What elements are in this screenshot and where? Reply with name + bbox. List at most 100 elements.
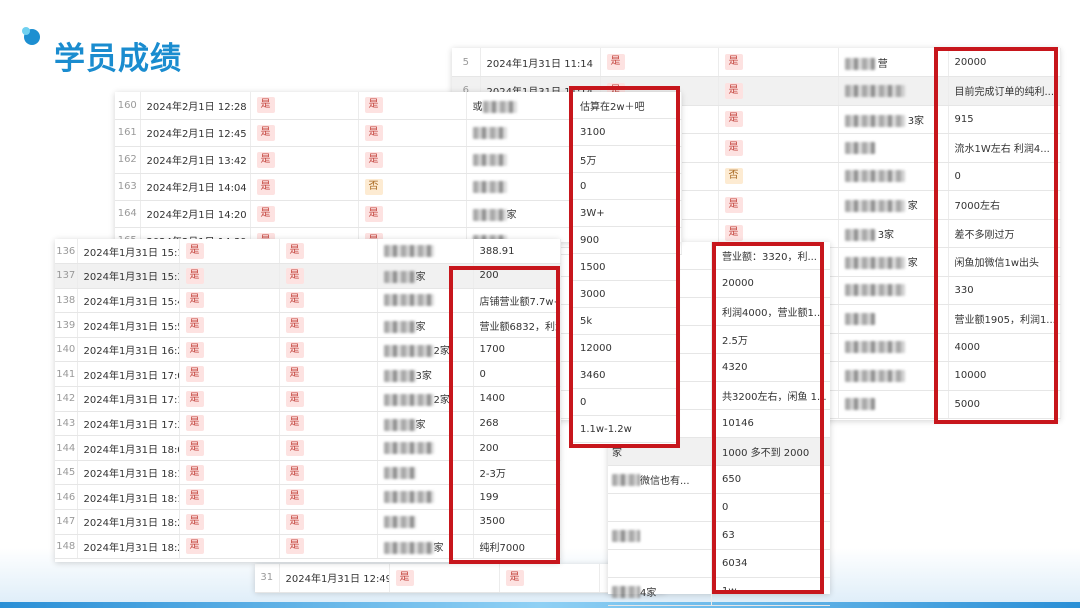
row-index: 162	[115, 146, 141, 174]
status-tag: 是	[364, 151, 383, 168]
name-suffix: 3家	[415, 370, 432, 382]
redacted-name	[383, 294, 434, 307]
row-index: 163	[115, 173, 141, 201]
row-index: 145	[55, 460, 78, 486]
redacted-name	[482, 100, 517, 113]
redacted-name	[844, 284, 905, 297]
results-table-bottom: 31 2024年1月31日 12:49 是 是	[255, 564, 666, 593]
decor-dot-small	[22, 27, 30, 35]
submit-time: 2024年1月31日 16:28	[77, 337, 180, 363]
row-index: 160	[115, 92, 141, 120]
result-value: 3000	[572, 281, 677, 308]
row-index: 164	[115, 200, 141, 228]
table-row: 6034	[608, 550, 830, 578]
redacted-name	[612, 473, 640, 486]
redacted-name	[844, 341, 905, 354]
result-value: 1000 多不到 2000	[722, 448, 810, 459]
redacted-name	[383, 394, 434, 407]
table-row: 1422024年1月31日 17:17 是 是 2家 1400	[55, 386, 561, 412]
row-index: 141	[55, 361, 78, 388]
result-value: 268	[473, 411, 561, 437]
result-value: 63	[722, 530, 735, 541]
redacted-name	[383, 245, 434, 258]
result-value: 12000	[572, 335, 677, 362]
status-tag: 是	[185, 341, 204, 358]
table-row: 63	[608, 522, 830, 550]
result-value: 0	[948, 162, 1061, 191]
status-tag: 是	[395, 569, 414, 586]
row-index: 137	[55, 263, 78, 289]
table-row: 1472024年1月31日 18:26 是 是 3500	[55, 509, 561, 535]
result-value: 10146	[722, 418, 754, 429]
row-index: 142	[55, 386, 78, 412]
result-value: 利润4000，营业额1...	[722, 308, 824, 319]
status-tag: 是	[724, 54, 743, 70]
table-row: 1382024年1月31日 15:43 是 是 店铺营业额7.7w+...	[55, 288, 561, 314]
status-tag: 是	[724, 111, 743, 128]
name-suffix: 家	[907, 258, 918, 270]
result-value: 营业额：3320，利...	[722, 252, 817, 263]
result-value: 20000	[948, 48, 1061, 77]
table-row: 1412024年1月31日 17:00 是 是 3家 0	[55, 361, 561, 388]
result-value: 4000	[948, 333, 1061, 362]
result-value: 2.5万	[722, 336, 748, 347]
name-prefix: 或	[472, 101, 483, 113]
name-suffix: 家	[433, 542, 444, 554]
table-row: 1432024年1月31日 17:33 是 是 家 268	[55, 411, 561, 437]
status-tag: 是	[724, 225, 743, 242]
result-value: 3500	[473, 509, 561, 535]
row-index: 140	[55, 337, 78, 363]
page-title: 学员成绩	[54, 41, 182, 77]
status-tag: 是	[285, 415, 304, 432]
submit-time: 2024年2月1日 12:28	[140, 92, 251, 120]
table-row: 微信也有... 650	[608, 466, 830, 494]
status-tag: 是	[505, 569, 524, 586]
table-left: 1362024年1月31日 15:17是是388.911372024年1月31日…	[55, 239, 561, 560]
result-value: 7000左右	[948, 190, 1061, 220]
result-value: 差不多刚过万	[948, 219, 1061, 248]
result-value: 1w	[722, 586, 737, 597]
status-tag: 是	[185, 415, 204, 432]
status-tag: 是	[256, 151, 275, 168]
result-value: 4320	[722, 362, 748, 373]
table-row: 4家 1w	[608, 578, 830, 606]
name-suffix: 3家	[907, 115, 925, 127]
redacted-name	[844, 200, 905, 213]
redacted-name	[844, 369, 905, 382]
submit-time: 2024年1月31日 15:17	[77, 239, 180, 265]
row-index: 148	[55, 534, 78, 560]
status-tag: 是	[364, 124, 383, 141]
middle-value-column: 估算在2w＋吧 3100 5万 0 3W+ 900 1500 3000 5k 12000 3460 0…	[572, 92, 677, 444]
row-index: 136	[55, 239, 78, 265]
submit-time: 2024年1月31日 17:17	[77, 386, 180, 412]
status-tag: 是	[256, 205, 275, 222]
redacted-name	[472, 126, 507, 139]
row-index: 161	[115, 119, 141, 147]
status-tag: 是	[285, 464, 304, 481]
result-value: 3460	[572, 362, 677, 389]
redacted-name	[383, 271, 416, 284]
redacted-name	[472, 153, 507, 166]
row-index: 138	[55, 288, 78, 314]
name-suffix: 家	[415, 272, 426, 284]
result-value: 估算在2w＋吧	[572, 92, 677, 119]
redacted-name	[383, 541, 434, 554]
result-value: 店铺营业额7.7w+...	[473, 288, 561, 314]
redacted-name	[383, 442, 434, 455]
status-tag: 是	[606, 54, 625, 70]
row-index: 143	[55, 411, 78, 437]
redacted-name	[612, 585, 640, 598]
result-value: 5k	[572, 308, 677, 335]
submit-time: 2024年2月1日 13:42	[140, 146, 251, 174]
results-table-left: 1362024年1月31日 15:17是是388.911372024年1月31日…	[55, 239, 561, 562]
status-tag: 是	[185, 390, 204, 407]
submit-time: 2024年2月1日 14:20	[140, 200, 251, 228]
table-bottom: 31 2024年1月31日 12:49 是 是	[255, 564, 666, 593]
status-tag: 是	[724, 196, 743, 213]
submit-time: 2024年1月31日 15:43	[77, 288, 180, 314]
status-tag: 是	[185, 440, 204, 457]
redacted-name	[844, 312, 875, 325]
result-value: 200	[473, 263, 561, 289]
result-value: 6034	[722, 558, 748, 569]
name-suffix: 2家	[433, 395, 450, 407]
